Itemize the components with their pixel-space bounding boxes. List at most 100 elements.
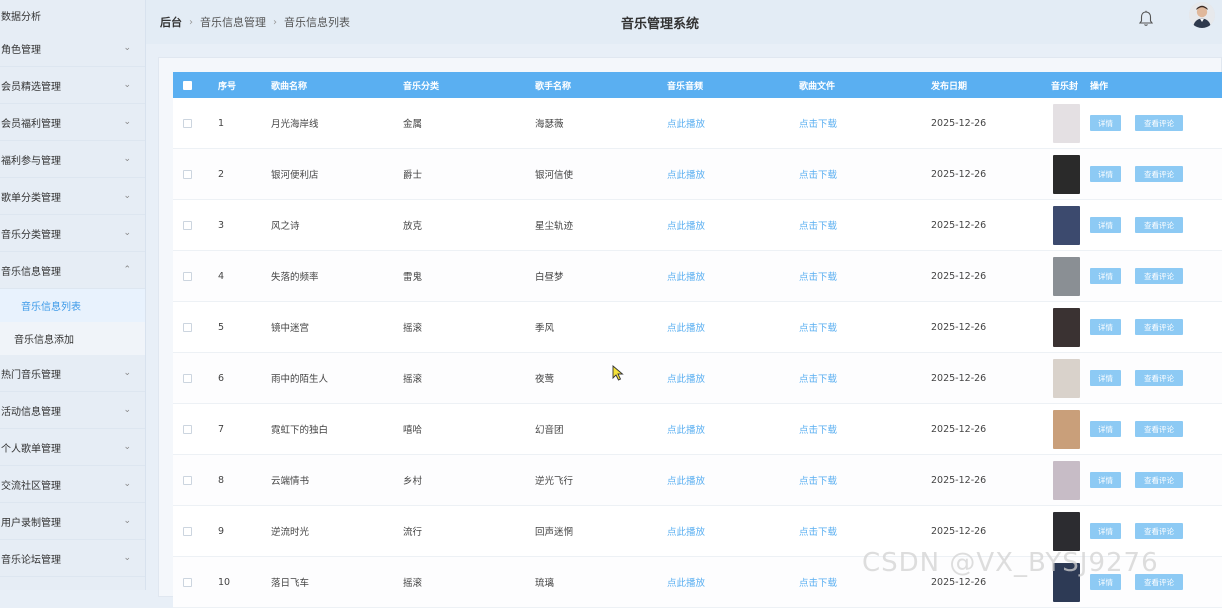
cell-date: 2025-12-26 (931, 474, 987, 486)
sidebar-item-user-recording[interactable]: 用户录制管理 ⌄ (0, 503, 145, 540)
download-file-link[interactable]: 点击下载 (799, 578, 837, 589)
detail-button[interactable]: 详情 (1090, 421, 1121, 437)
cover-image (1053, 511, 1080, 551)
view-comments-button[interactable]: 查看评论 (1135, 166, 1183, 182)
view-comments-button[interactable]: 查看评论 (1135, 370, 1183, 386)
view-comments-button[interactable]: 查看评论 (1135, 472, 1183, 488)
cell-no: 9 (218, 525, 225, 537)
play-audio-link[interactable]: 点此播放 (667, 170, 705, 181)
cell-song-name: 风之诗 (271, 221, 300, 232)
chevron-down-icon: ⌄ (123, 191, 131, 201)
detail-button[interactable]: 详情 (1090, 166, 1121, 182)
sidebar-item-label: 热门音乐管理 (1, 369, 61, 381)
cell-category: 乡村 (403, 476, 423, 487)
cell-date: 2025-12-26 (931, 117, 987, 129)
play-audio-link[interactable]: 点此播放 (667, 272, 705, 283)
download-file-link[interactable]: 点击下载 (799, 170, 837, 181)
cell-artist: 夜莺 (535, 374, 555, 385)
cell-artist: 逆光飞行 (535, 476, 574, 487)
cover-image (1053, 256, 1080, 296)
sidebar-item-playlist-category[interactable]: 歌单分类管理 ⌄ (0, 178, 145, 215)
column-header: 歌曲名称 (271, 81, 308, 92)
play-audio-link[interactable]: 点此播放 (667, 221, 705, 232)
table-row: 8 云端情书 乡村 逆光飞行 点此播放 点击下载 2025-12-26 详情 查看评论 (173, 455, 1222, 506)
sidebar-item-label: 活动信息管理 (1, 406, 61, 418)
download-file-link[interactable]: 点击下载 (799, 221, 837, 232)
cover-image (1053, 358, 1080, 398)
sidebar-item-activity[interactable]: 活动信息管理 ⌄ (0, 392, 145, 429)
column-header: 发布日期 (931, 81, 968, 92)
detail-button[interactable]: 详情 (1090, 370, 1121, 386)
row-checkbox[interactable] (183, 577, 192, 587)
download-file-link[interactable]: 点击下载 (799, 425, 837, 436)
download-file-link[interactable]: 点击下载 (799, 476, 837, 487)
sidebar-item-data-analysis[interactable]: 数据分析 (0, 0, 145, 30)
sidebar-item-music-forum[interactable]: 音乐论坛管理 ⌄ (0, 540, 145, 577)
play-audio-link[interactable]: 点此播放 (667, 425, 705, 436)
row-checkbox[interactable] (183, 475, 192, 485)
breadcrumb-item[interactable]: 音乐信息管理 (200, 14, 266, 30)
bell-icon[interactable] (1138, 10, 1154, 28)
row-checkbox[interactable] (183, 424, 192, 434)
row-checkbox[interactable] (183, 271, 192, 281)
sidebar-item-role[interactable]: 角色管理 ⌄ (0, 30, 145, 67)
play-audio-link[interactable]: 点此播放 (667, 578, 705, 589)
row-checkbox[interactable] (183, 220, 192, 230)
sidebar-item-personal-playlist[interactable]: 个人歌单管理 ⌄ (0, 429, 145, 466)
play-audio-link[interactable]: 点此播放 (667, 323, 705, 334)
sidebar-item-label: 音乐信息管理 (1, 266, 61, 278)
row-checkbox[interactable] (183, 322, 192, 332)
content-panel: 序号 歌曲名称 音乐分类 歌手名称 音乐音频 歌曲文件 发布日期 音乐封 操作 … (158, 57, 1222, 608)
cell-date: 2025-12-26 (931, 219, 987, 231)
play-audio-link[interactable]: 点此播放 (667, 374, 705, 385)
sidebar-item-label: 音乐分类管理 (1, 229, 61, 241)
breadcrumb-home[interactable]: 后台 (160, 14, 182, 30)
table-row: 6 雨中的陌生人 摇滚 夜莺 点此播放 点击下载 2025-12-26 详情 查看评论 (173, 353, 1222, 404)
detail-button[interactable]: 详情 (1090, 217, 1121, 233)
row-checkbox[interactable] (183, 526, 192, 536)
view-comments-button[interactable]: 查看评论 (1135, 421, 1183, 437)
sidebar-item-benefit-participation[interactable]: 福利参与管理 ⌄ (0, 141, 145, 178)
detail-button[interactable]: 详情 (1090, 523, 1121, 539)
sidebar-item-member-benefits[interactable]: 会员福利管理 ⌄ (0, 104, 145, 141)
view-comments-button[interactable]: 查看评论 (1135, 523, 1183, 539)
chevron-down-icon: ⌄ (123, 154, 131, 164)
download-file-link[interactable]: 点击下载 (799, 527, 837, 538)
cell-song-name: 落日飞车 (271, 578, 310, 589)
sidebar-item-community[interactable]: 交流社区管理 ⌄ (0, 466, 145, 503)
download-file-link[interactable]: 点击下载 (799, 272, 837, 283)
select-all-checkbox[interactable] (183, 80, 192, 90)
avatar[interactable] (1189, 2, 1215, 28)
sidebar-item-member-picks[interactable]: 会员精选管理 ⌄ (0, 67, 145, 104)
sidebar-item-music-category[interactable]: 音乐分类管理 ⌄ (0, 215, 145, 252)
download-file-link[interactable]: 点击下载 (799, 323, 837, 334)
table-header: 序号 歌曲名称 音乐分类 歌手名称 音乐音频 歌曲文件 发布日期 音乐封 操作 (173, 72, 1222, 98)
detail-button[interactable]: 详情 (1090, 319, 1121, 335)
sidebar-item-hot-music[interactable]: 热门音乐管理 ⌄ (0, 355, 145, 392)
download-file-link[interactable]: 点击下载 (799, 119, 837, 130)
play-audio-link[interactable]: 点此播放 (667, 476, 705, 487)
cell-date: 2025-12-26 (931, 576, 987, 588)
detail-button[interactable]: 详情 (1090, 472, 1121, 488)
submenu-item-music-list[interactable]: 音乐信息列表 (0, 289, 145, 322)
row-checkbox[interactable] (183, 373, 192, 383)
column-header: 歌手名称 (535, 81, 572, 92)
play-audio-link[interactable]: 点此播放 (667, 527, 705, 538)
detail-button[interactable]: 详情 (1090, 268, 1121, 284)
sidebar-item-music-info[interactable]: 音乐信息管理 ⌃ (0, 252, 145, 289)
view-comments-button[interactable]: 查看评论 (1135, 268, 1183, 284)
view-comments-button[interactable]: 查看评论 (1135, 319, 1183, 335)
view-comments-button[interactable]: 查看评论 (1135, 115, 1183, 131)
table-row: 3 风之诗 放克 星尘轨迹 点此播放 点击下载 2025-12-26 详情 查看评论 (173, 200, 1222, 251)
row-checkbox[interactable] (183, 118, 192, 128)
download-file-link[interactable]: 点击下载 (799, 374, 837, 385)
cell-no: 5 (218, 321, 225, 333)
breadcrumb-item: 音乐信息列表 (284, 16, 350, 29)
view-comments-button[interactable]: 查看评论 (1135, 217, 1183, 233)
submenu-item-music-add[interactable]: 音乐信息添加 (0, 322, 145, 355)
detail-button[interactable]: 详情 (1090, 115, 1121, 131)
play-audio-link[interactable]: 点此播放 (667, 119, 705, 130)
row-checkbox[interactable] (183, 169, 192, 179)
cell-artist: 琉璃 (535, 578, 555, 589)
mouse-cursor-icon (612, 365, 624, 381)
